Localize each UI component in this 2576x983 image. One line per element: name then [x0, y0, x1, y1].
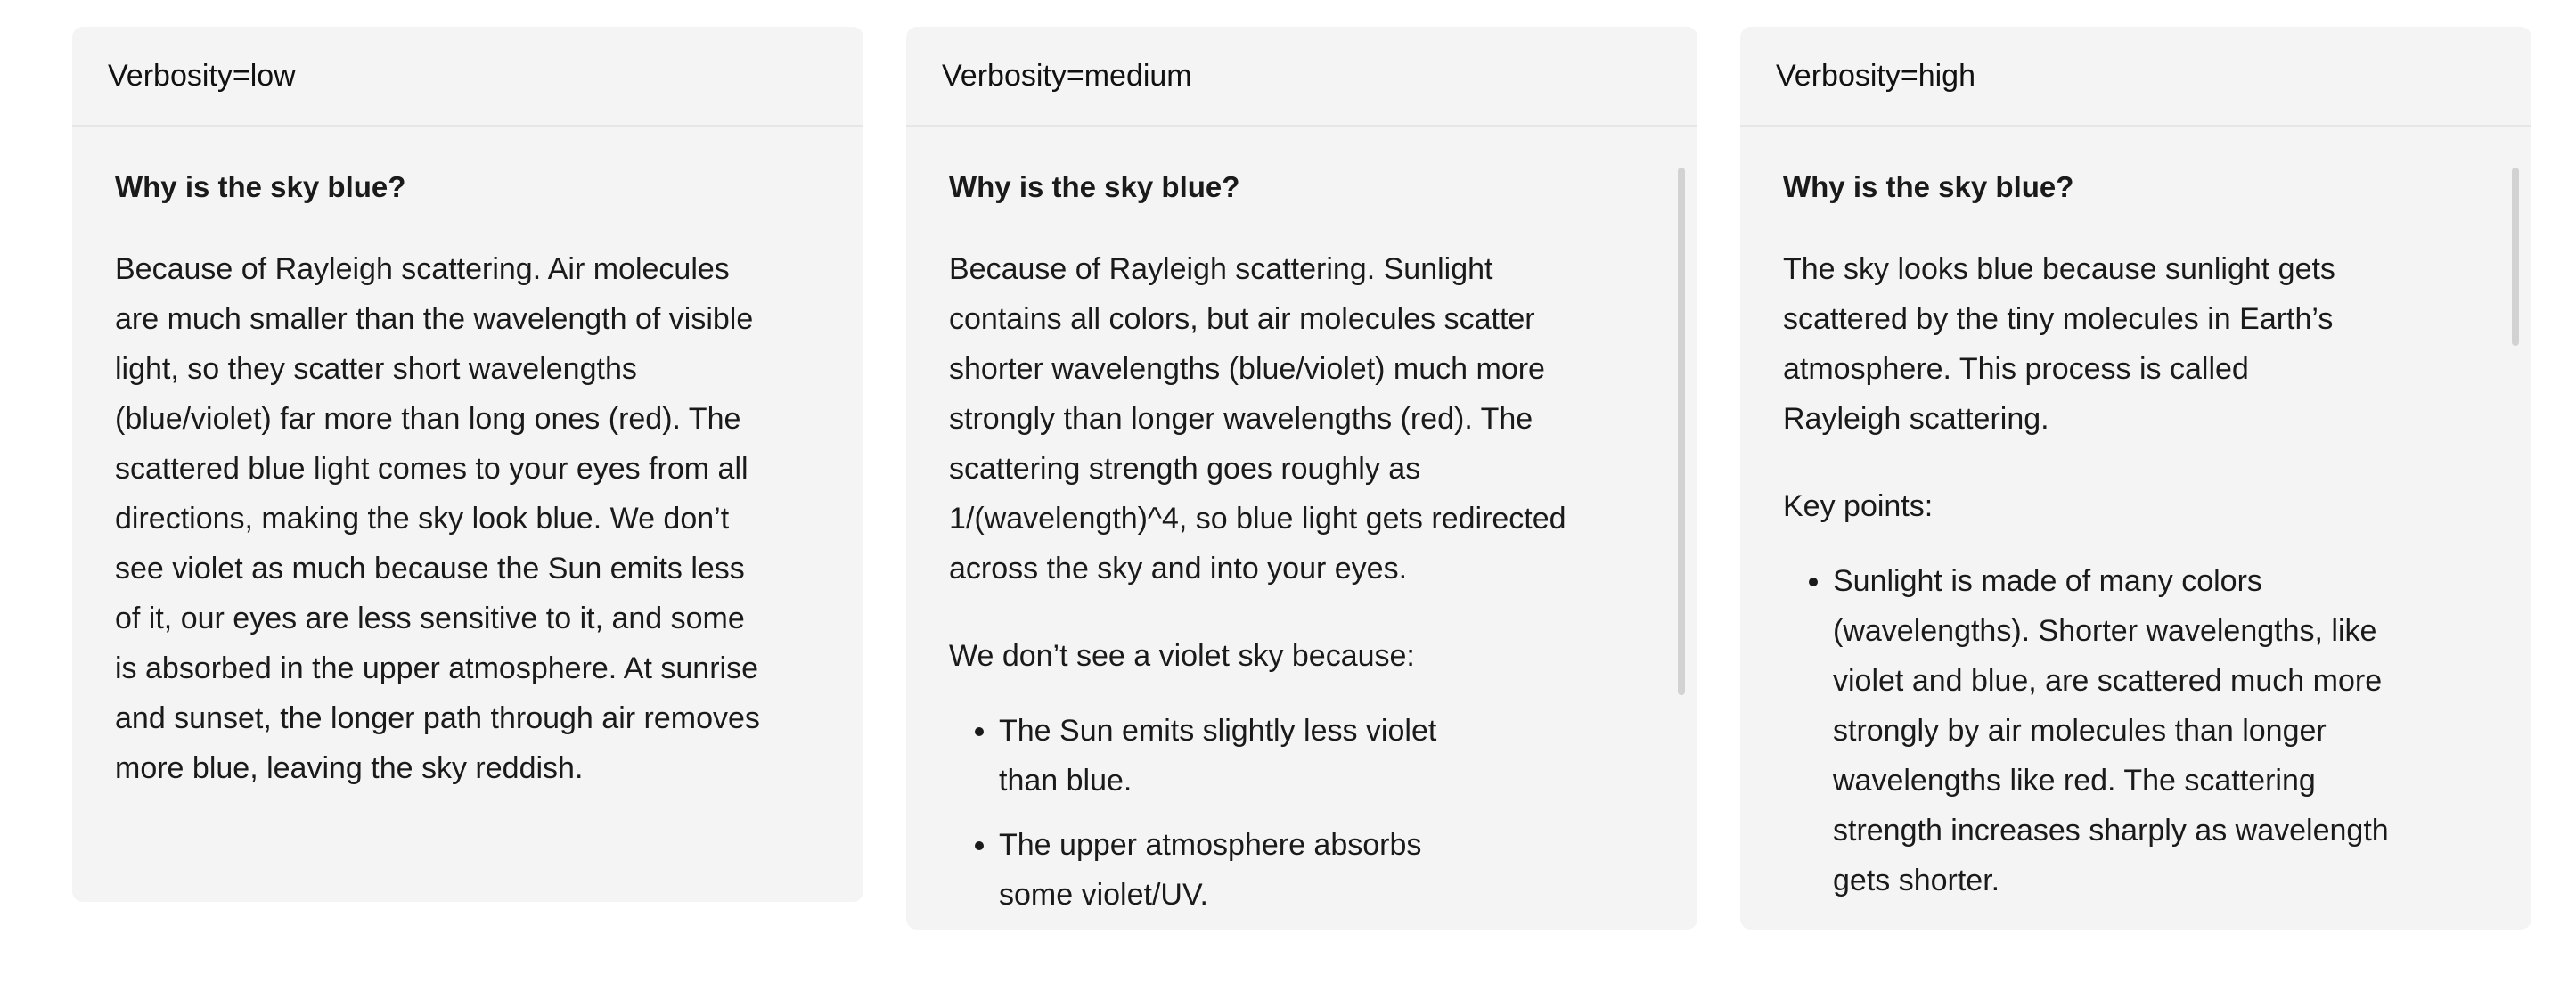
- bullet-list: Sunlight is made of many colors (wavelen…: [1783, 556, 2428, 905]
- answer-paragraph: We don’t see a violet sky because:: [949, 639, 1415, 673]
- panel-title: Verbosity=high: [1740, 27, 2531, 127]
- panel-verbosity-low: Verbosity=low Why is the sky blue? Becau…: [72, 27, 863, 902]
- list-item: The upper atmosphere absorbs some violet…: [999, 820, 1444, 920]
- panel-body[interactable]: Why is the sky blue? Because of Rayleigh…: [906, 127, 1697, 930]
- list-item: Sunlight is made of many colors (wavelen…: [1833, 556, 2412, 905]
- bullet-list: The Sun emits slightly less violet than …: [949, 706, 1594, 920]
- list-item: The Sun emits slightly less violet than …: [999, 706, 1444, 806]
- answer-paragraph: Because of Rayleigh scattering. Air mole…: [115, 252, 760, 785]
- question-heading: Why is the sky blue?: [1783, 170, 2074, 203]
- answer-paragraph: Key points:: [1783, 489, 1934, 523]
- panel-verbosity-high: Verbosity=high Why is the sky blue? The …: [1740, 27, 2531, 930]
- response-content: Why is the sky blue? The sky looks blue …: [1783, 169, 2428, 920]
- response-content: Why is the sky blue? Because of Rayleigh…: [949, 169, 1594, 930]
- panel-title: Verbosity=medium: [906, 27, 1697, 127]
- response-content: Why is the sky blue? Because of Rayleigh…: [115, 169, 760, 831]
- question-heading: Why is the sky blue?: [115, 170, 406, 203]
- panel-body[interactable]: Why is the sky blue? The sky looks blue …: [1740, 127, 2531, 930]
- panel-body[interactable]: Why is the sky blue? Because of Rayleigh…: [72, 127, 863, 902]
- answer-paragraph: The sky looks blue because sunlight gets…: [1783, 252, 2335, 436]
- question-heading: Why is the sky blue?: [949, 170, 1240, 203]
- answer-paragraph: Because of Rayleigh scattering. Sunlight…: [949, 252, 1566, 586]
- panel-verbosity-medium: Verbosity=medium Why is the sky blue? Be…: [906, 27, 1697, 930]
- scrollbar-thumb[interactable]: [2512, 168, 2519, 346]
- scrollbar-thumb[interactable]: [1678, 168, 1685, 695]
- panel-title: Verbosity=low: [72, 27, 863, 127]
